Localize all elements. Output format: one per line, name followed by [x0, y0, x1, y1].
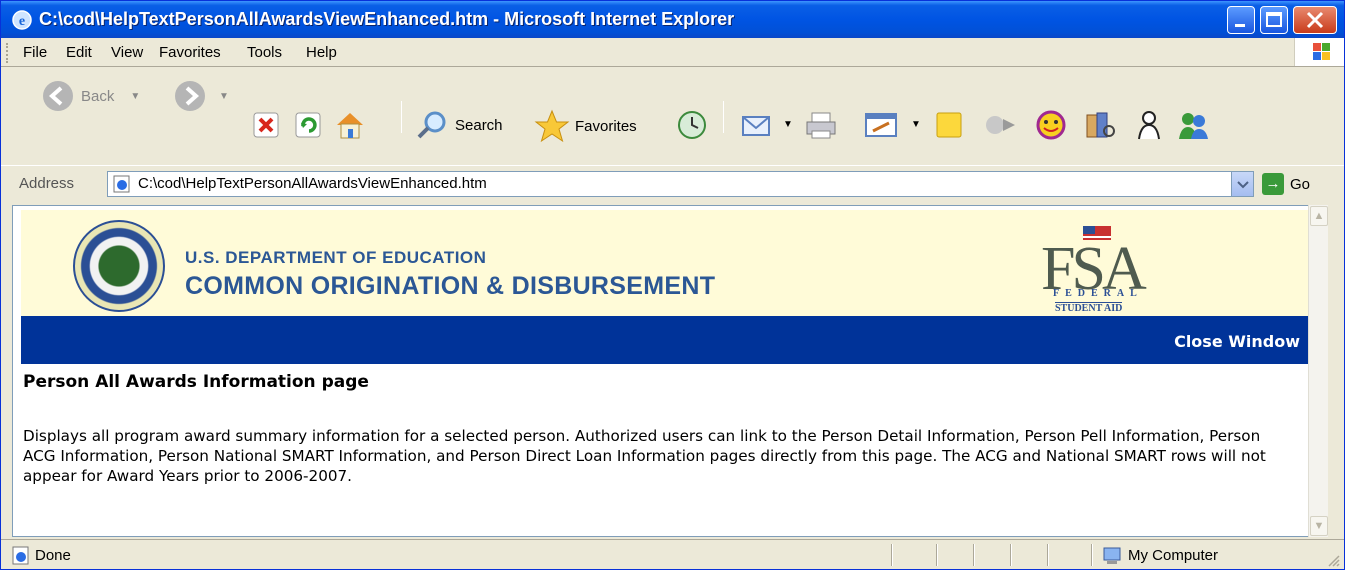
mail-icon[interactable]	[739, 109, 773, 141]
org-line2: COMMON ORIGINATION & DISBURSEMENT	[185, 272, 716, 300]
close-icon	[1306, 11, 1324, 29]
scroll-up-icon[interactable]: ▲	[1310, 206, 1328, 226]
title-bar[interactable]: e C:\cod\HelpTextPersonAllAwardsViewEnha…	[1, 1, 1344, 38]
address-input[interactable]: C:\cod\HelpTextPersonAllAwardsViewEnhanc…	[107, 171, 1254, 197]
org-line1: U.S. DEPARTMENT OF EDUCATION	[185, 248, 487, 267]
ie-logo-icon: e	[12, 10, 32, 30]
menu-tools[interactable]: Tools	[247, 44, 282, 61]
minimize-icon	[1235, 24, 1245, 27]
search-label: Search	[455, 116, 503, 134]
menu-view[interactable]: View	[111, 44, 143, 61]
contacts-icon[interactable]	[1175, 109, 1211, 141]
favorites-star-icon	[534, 109, 570, 143]
svg-text:e: e	[19, 14, 25, 29]
search-button[interactable]: Search	[415, 109, 503, 141]
edit-icon[interactable]	[863, 109, 899, 141]
favorites-button[interactable]: Favorites	[533, 109, 637, 143]
go-label: Go	[1290, 175, 1311, 193]
research-icon[interactable]	[1083, 109, 1117, 141]
search-icon	[417, 111, 446, 139]
forward-button[interactable]: ▼	[173, 79, 229, 113]
close-window-link[interactable]: Close Window	[1174, 332, 1300, 351]
windows-flag-icon	[1294, 38, 1344, 67]
back-label: Back	[81, 87, 115, 105]
status-divider	[1047, 544, 1049, 566]
forward-arrow-icon	[175, 81, 205, 111]
security-zone: My Computer	[1128, 547, 1219, 564]
toolbar-separator	[401, 101, 402, 133]
nav-bar: Close Window	[21, 316, 1308, 364]
status-divider	[1010, 544, 1012, 566]
history-icon[interactable]	[675, 109, 709, 141]
messenger-icon[interactable]	[983, 109, 1019, 141]
window-title: C:\cod\HelpTextPersonAllAwardsViewEnhanc…	[39, 9, 735, 29]
back-button[interactable]: Back ▼	[41, 79, 140, 113]
address-dropdown-icon[interactable]	[1231, 172, 1253, 196]
my-computer-icon	[1103, 547, 1121, 564]
banner: U.S. DEPARTMENT OF EDUCATION COMMON ORIG…	[21, 210, 1308, 320]
maximize-button[interactable]	[1260, 6, 1288, 34]
status-text: Done	[35, 547, 71, 564]
status-divider	[936, 544, 938, 566]
go-arrow-icon: →	[1262, 173, 1284, 195]
toolbar-top-line	[1, 66, 1344, 67]
edit-dropdown-icon[interactable]: ▼	[911, 119, 921, 130]
address-label: Address	[19, 175, 75, 192]
back-arrow-icon	[43, 81, 73, 111]
back-dropdown-icon[interactable]: ▼	[130, 91, 140, 102]
status-divider	[891, 544, 893, 566]
address-value: C:\cod\HelpTextPersonAllAwardsViewEnhanc…	[138, 175, 487, 192]
ie-window: e C:\cod\HelpTextPersonAllAwardsViewEnha…	[0, 0, 1345, 570]
print-icon[interactable]	[803, 109, 839, 141]
page-content: U.S. DEPARTMENT OF EDUCATION COMMON ORIG…	[12, 205, 1325, 537]
toolbar-separator	[723, 101, 724, 133]
vertical-scrollbar[interactable]: ▲ ▼	[1308, 205, 1328, 537]
refresh-icon[interactable]	[294, 111, 322, 139]
person-outline-icon[interactable]	[1133, 109, 1165, 141]
yahoo-messenger-icon[interactable]	[1033, 107, 1069, 141]
menu-grip	[6, 43, 9, 63]
department-seal	[73, 220, 165, 312]
status-divider	[1091, 544, 1093, 566]
resize-grip-icon[interactable]	[1325, 552, 1341, 568]
status-divider	[973, 544, 975, 566]
menu-file[interactable]: File	[23, 44, 47, 61]
menu-favorites[interactable]: Favorites	[159, 44, 221, 61]
notes-icon[interactable]	[933, 109, 965, 141]
standard-toolbar: Back ▼ ▼ Search Favorites ▼ ▼	[1, 66, 1344, 165]
menu-edit[interactable]: Edit	[66, 44, 92, 61]
stop-icon[interactable]	[252, 111, 280, 139]
fsa-student-aid: STUDENT AID	[1055, 302, 1123, 314]
fsa-logo: FSA FEDERAL STUDENT AID	[1033, 220, 1163, 316]
description-text: Displays all program award summary infor…	[23, 427, 1266, 485]
maximize-icon	[1266, 12, 1282, 27]
close-button[interactable]	[1293, 6, 1337, 34]
menu-bar: File Edit View Favorites Tools Help	[1, 38, 1344, 67]
page-icon	[113, 175, 130, 193]
minimize-button[interactable]	[1227, 6, 1255, 34]
forward-dropdown-icon[interactable]: ▼	[219, 91, 229, 102]
page-done-icon	[12, 546, 29, 565]
fsa-federal: FEDERAL	[1053, 288, 1143, 299]
go-button[interactable]: → Go	[1262, 173, 1310, 195]
page-title: Person All Awards Information page	[23, 372, 369, 392]
address-bar: Address C:\cod\HelpTextPersonAllAwardsVi…	[1, 165, 1344, 201]
scroll-down-icon[interactable]: ▼	[1310, 516, 1328, 536]
home-icon[interactable]	[333, 109, 367, 141]
menu-help[interactable]: Help	[306, 44, 337, 61]
status-bar: Done My Computer	[1, 539, 1344, 569]
mail-dropdown-icon[interactable]: ▼	[783, 119, 793, 130]
favorites-label: Favorites	[575, 117, 637, 135]
